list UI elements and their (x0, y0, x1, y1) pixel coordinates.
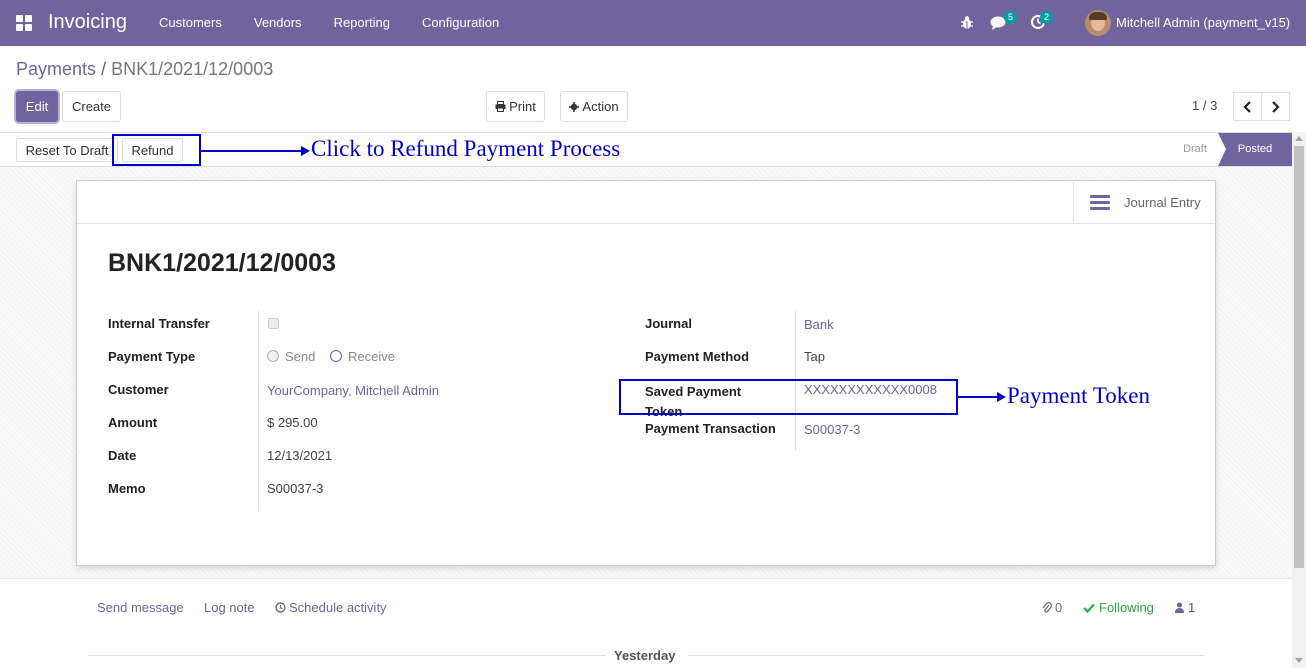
journal-link[interactable]: Bank (804, 317, 834, 332)
payment-type-receive-radio[interactable] (330, 350, 342, 362)
breadcrumb-separator: / (101, 59, 107, 79)
amount-value: $ 295.00 (267, 415, 318, 430)
payment-token-highlight-box (619, 379, 958, 415)
breadcrumb-current: BNK1/2021/12/0003 (111, 59, 274, 79)
payment-method-value: Tap (804, 349, 825, 364)
schedule-activity-button[interactable]: Schedule activity (275, 600, 387, 615)
amount-label: Amount (108, 415, 158, 430)
status-posted: Posted (1218, 133, 1292, 166)
payment-type-receive-label: Receive (348, 349, 395, 364)
reset-to-draft-button[interactable]: Reset To Draft (16, 138, 118, 162)
chevron-left-icon (1243, 100, 1251, 113)
menu-item-customers[interactable]: Customers (143, 0, 238, 46)
date-divider-left (88, 655, 606, 656)
clock-icon (275, 602, 286, 613)
form-sheet: Journal Entry BNK1/2021/12/0003 Internal… (76, 180, 1216, 566)
payment-token-arrow-head (997, 392, 1006, 402)
refund-highlight-box (112, 134, 201, 166)
menu-item-reporting[interactable]: Reporting (318, 0, 406, 46)
date-label: Date (108, 448, 137, 463)
pager-value[interactable]: 1 / 3 (1192, 98, 1217, 113)
schedule-activity-label: Schedule activity (289, 600, 387, 615)
refund-annotation-text: Click to Refund Payment Process (311, 136, 621, 161)
print-label: Print (509, 99, 536, 114)
payment-type-label: Payment Type (108, 349, 196, 364)
print-icon (495, 101, 506, 112)
action-label: Action (582, 99, 619, 114)
left-column-divider (258, 311, 259, 511)
bug-icon[interactable] (960, 15, 974, 31)
following-button[interactable]: Following (1083, 600, 1154, 615)
status-draft[interactable]: Draft (1172, 133, 1218, 166)
main-menu: Customers Vendors Reporting Configuratio… (143, 0, 515, 46)
customer-label: Customer (108, 382, 169, 397)
menu-item-configuration[interactable]: Configuration (406, 0, 515, 46)
button-box: Journal Entry (77, 181, 1215, 224)
following-label: Following (1099, 600, 1154, 615)
user-avatar[interactable] (1085, 10, 1111, 36)
customer-link[interactable]: YourCompany, Mitchell Admin (267, 383, 439, 398)
breadcrumb-payments-link[interactable]: Payments (16, 59, 96, 79)
payment-method-label: Payment Method (645, 349, 750, 364)
memo-label: Memo (108, 481, 146, 496)
payment-type-send-label: Send (285, 349, 316, 364)
internal-transfer-label: Internal Transfer (108, 316, 210, 331)
followers-button[interactable]: 1 (1175, 600, 1195, 615)
action-button[interactable]: Action (560, 91, 628, 122)
chevron-right-icon (1272, 100, 1280, 113)
messages-count-badge: 5 (1004, 11, 1017, 24)
user-icon (1175, 602, 1184, 613)
app-title[interactable]: Invoicing (48, 11, 127, 34)
status-arrow (1218, 133, 1226, 166)
payment-token-annotation-text: Payment Token (1007, 383, 1150, 408)
payment-type-send-radio[interactable] (267, 350, 279, 362)
check-icon (1083, 603, 1095, 613)
activities-count-badge: 2 (1040, 11, 1053, 24)
attachments-button[interactable]: 0 (1042, 600, 1062, 615)
user-menu[interactable]: Mitchell Admin (payment_v15) (1116, 15, 1290, 30)
refund-arrow-line (201, 150, 303, 152)
payment-transaction-link[interactable]: S00037-3 (804, 422, 860, 437)
send-message-button[interactable]: Send message (97, 600, 184, 615)
record-title: BNK1/2021/12/0003 (108, 249, 336, 277)
apps-menu-icon[interactable] (16, 15, 32, 31)
create-button[interactable]: Create (62, 91, 121, 122)
vertical-scrollbar[interactable] (1292, 132, 1306, 668)
scroll-down-arrow-icon[interactable] (1295, 658, 1303, 663)
edit-button[interactable]: Edit (16, 91, 58, 122)
menu-item-vendors[interactable]: Vendors (238, 0, 318, 46)
followers-count: 1 (1188, 600, 1196, 615)
breadcrumb: Payments / BNK1/2021/12/0003 (16, 59, 273, 80)
internal-transfer-checkbox[interactable] (268, 318, 279, 329)
attachments-count: 0 (1055, 600, 1063, 615)
date-value: 12/13/2021 (267, 448, 333, 463)
journal-entry-label: Journal Entry (1124, 195, 1201, 210)
pager-next-button[interactable] (1261, 92, 1290, 121)
bars-icon (1090, 195, 1110, 211)
paperclip-icon (1042, 601, 1052, 613)
memo-value: S00037-3 (267, 481, 324, 496)
refund-arrow-head (301, 146, 310, 156)
print-button[interactable]: Print (486, 91, 545, 122)
top-navbar: Invoicing Customers Vendors Reporting Co… (0, 0, 1306, 46)
scroll-up-arrow-icon[interactable] (1295, 136, 1303, 141)
scrollbar-thumb[interactable] (1294, 146, 1304, 568)
journal-entry-button[interactable]: Journal Entry (1073, 181, 1215, 224)
payment-transaction-label: Payment Transaction (645, 421, 776, 436)
date-divider-right (688, 655, 1204, 656)
gear-icon (569, 101, 580, 112)
pager-previous-button[interactable] (1233, 92, 1262, 121)
log-note-button[interactable]: Log note (204, 600, 255, 615)
journal-label: Journal (645, 316, 692, 331)
date-separator-label: Yesterday (614, 648, 676, 663)
payment-token-arrow-line (958, 396, 998, 398)
